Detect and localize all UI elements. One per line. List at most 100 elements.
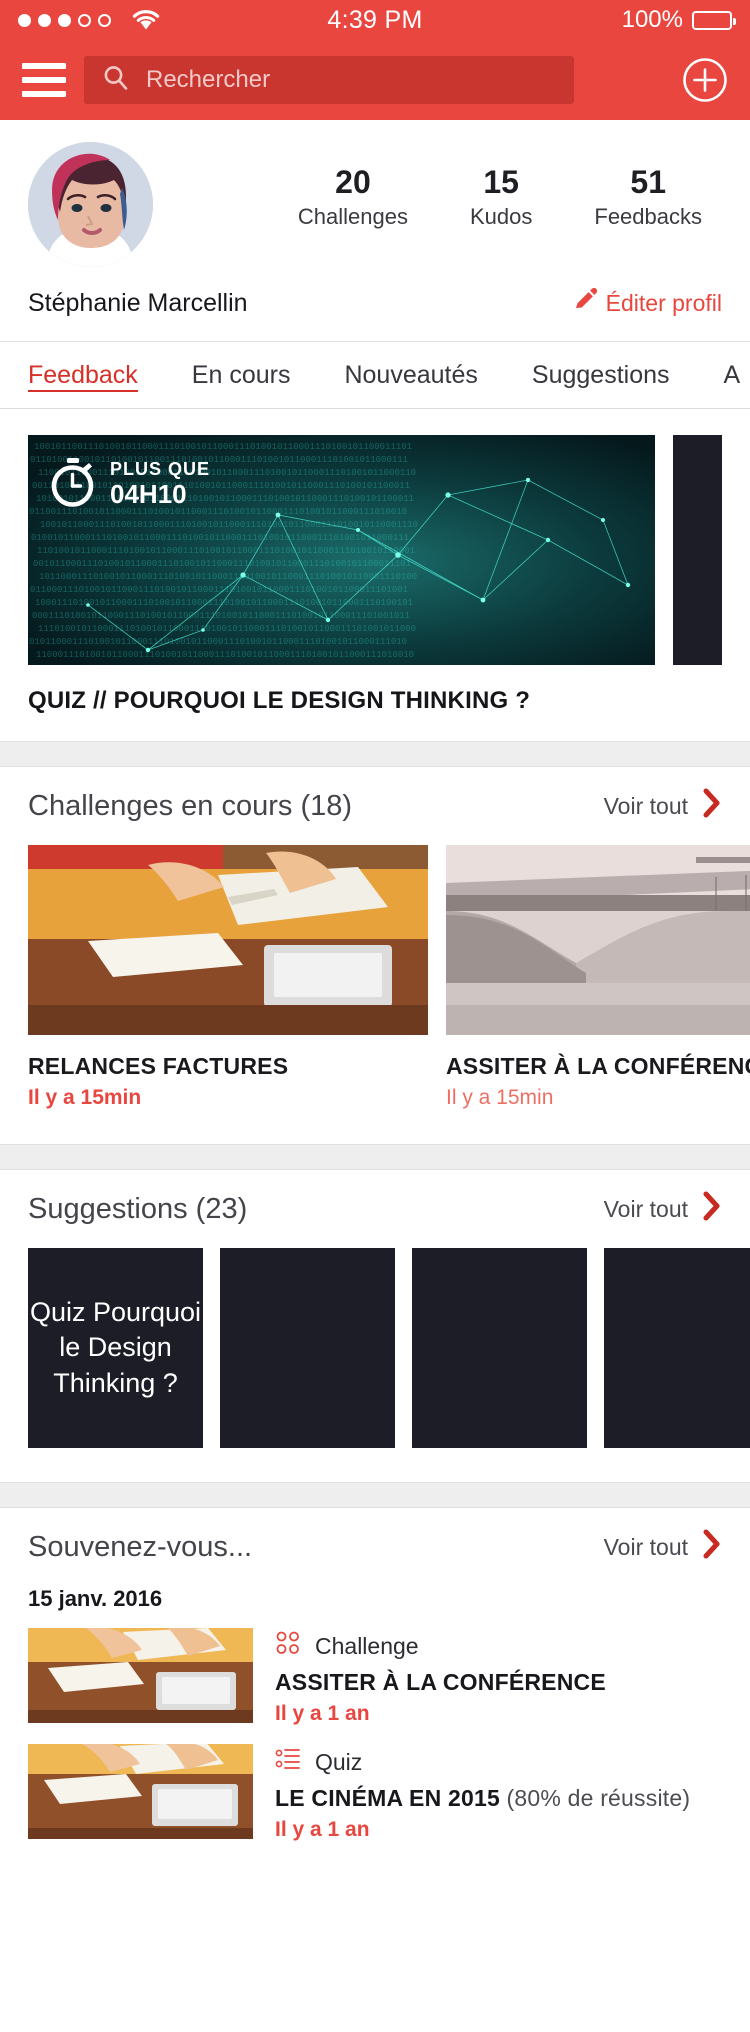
stat-challenges[interactable]: 20 Challenges <box>297 164 408 230</box>
tab-en-cours[interactable]: En cours <box>192 342 318 408</box>
memory-score: (80% de réussite) <box>499 1785 691 1811</box>
see-all-label: Voir tout <box>603 1195 688 1222</box>
memory-time: Il y a 1 an <box>275 1702 370 1725</box>
memory-kind: Quiz <box>275 1746 690 1778</box>
featured-quiz-title: QUIZ // POURQUOI LE DESIGN THINKING ? <box>28 687 531 714</box>
section-divider <box>0 1482 750 1508</box>
featured-quiz-card[interactable]: 1001011001110100101100011101001011000111… <box>28 435 655 715</box>
svg-text:010110001110100101100011101001: 0101100011101001011000111010010110001110… <box>29 637 407 647</box>
hamburger-menu-icon[interactable] <box>22 63 66 97</box>
challenge-image <box>446 845 750 1035</box>
stat-feedbacks[interactable]: 51 Feedbacks <box>594 164 702 230</box>
challenge-time: Il y a 15min <box>28 1086 142 1109</box>
profile-name: Stéphanie Marcellin <box>28 288 248 317</box>
memory-title: ASSITER À LA CONFÉRENCE <box>275 1669 606 1696</box>
featured-timer-prefix: PLUS QUE <box>110 459 211 480</box>
memory-title: LE CINÉMA EN 2015 (80% de réussite) <box>275 1785 690 1812</box>
memory-thumbnail <box>28 1628 253 1723</box>
svg-text:101100011101001011000111010010: 1011000111010010110001110100101100011101… <box>39 572 417 582</box>
memory-title-text: LE CINÉMA EN 2015 <box>275 1785 500 1811</box>
profile-stats: 20 Challenges 15 Kudos 51 Feedbacks <box>298 142 722 230</box>
status-bar: 4:39 PM 100% <box>0 0 750 40</box>
memory-time: Il y a 1 an <box>275 1818 370 1841</box>
pencil-icon <box>572 287 598 319</box>
battery-percent-label: 100% <box>621 6 683 33</box>
see-all-label: Voir tout <box>603 792 688 819</box>
tab-nouveautes[interactable]: Nouveautés <box>344 342 504 408</box>
avatar[interactable] <box>28 142 153 267</box>
search-input[interactable]: Rechercher <box>84 56 574 104</box>
stat-kudos[interactable]: 15 Kudos <box>469 164 533 230</box>
challenges-section-title: Challenges en cours (18) <box>28 789 353 822</box>
svg-text:000111010010110001110100101100: 0001110100101100011101001011000111010010… <box>32 611 410 621</box>
memory-thumbnail <box>28 1744 253 1839</box>
profile-header: 20 Challenges 15 Kudos 51 Feedbacks Stép… <box>0 120 750 341</box>
suggestion-card[interactable] <box>604 1248 750 1448</box>
suggestions-section-title: Suggestions (23) <box>28 1192 248 1225</box>
challenge-time: Il y a 15min <box>446 1086 554 1109</box>
stat-label: Challenges <box>297 203 408 229</box>
tab-feedback[interactable]: Feedback <box>28 342 165 408</box>
suggestion-card[interactable] <box>220 1248 395 1448</box>
challenge-image <box>28 845 428 1035</box>
memory-kind-label: Challenge <box>315 1632 419 1659</box>
status-battery-group: 100% <box>621 6 736 34</box>
section-divider <box>0 741 750 767</box>
svg-text:100101100011101001011000111010: 1001011000111010010110001110100101100011… <box>40 520 418 530</box>
memories-section: Souvenez-vous... Voir tout 15 janv. 2016 <box>0 1508 750 1842</box>
memory-title-text: ASSITER À LA CONFÉRENCE <box>275 1669 606 1695</box>
stat-value: 20 <box>335 164 371 200</box>
svg-text:100011101001011000111010010110: 1000111010010110001110100101100011101001… <box>35 598 413 608</box>
chevron-right-icon <box>702 1529 722 1565</box>
tab-suggestions[interactable]: Suggestions <box>532 342 697 408</box>
search-placeholder: Rechercher <box>146 66 271 93</box>
chevron-right-icon <box>702 788 722 824</box>
stat-label: Feedbacks <box>594 203 702 229</box>
quiz-list-icon <box>275 1746 301 1778</box>
suggestions-section: Suggestions (23) Voir tout Quiz Pourquoi… <box>0 1170 750 1482</box>
challenge-dots-icon <box>275 1630 301 1662</box>
featured-section: 1001011001110100101100011101001011000111… <box>0 409 750 715</box>
svg-text:110001110100101100011101001011: 1100011101001011000111010010110001110100… <box>36 650 414 660</box>
challenge-title: RELANCES FACTURES <box>28 1053 289 1079</box>
chevron-right-icon <box>702 1191 722 1227</box>
list-item[interactable]: Quiz LE CINÉMA EN 2015 (80% de réussite)… <box>28 1744 722 1842</box>
svg-text:001011000111010010110001110100: 0010110001110100101100011101001011000111… <box>33 559 411 569</box>
featured-next-card-peek[interactable] <box>673 435 722 665</box>
list-item[interactable]: Challenge ASSITER À LA CONFÉRENCE Il y a… <box>28 1628 722 1726</box>
memory-kind: Challenge <box>275 1630 606 1662</box>
suggestion-card[interactable]: Quiz Pourquoi le Design Thinking ? <box>28 1248 203 1448</box>
featured-quiz-image: 1001011001110100101100011101001011000111… <box>28 435 655 665</box>
see-all-label: Voir tout <box>603 1533 688 1560</box>
svg-text:110100101100011101001011000111: 1101001011000111010010110001110100101100… <box>37 546 415 556</box>
suggestions-see-all-button[interactable]: Voir tout <box>604 1191 722 1227</box>
tab-next-partial[interactable]: A <box>724 342 750 408</box>
featured-timer-value: 04H10 <box>110 479 187 510</box>
challenge-title: ASSITER À LA CONFÉRENCE <box>446 1053 750 1079</box>
svg-text:010010110001110100101100011101: 0100101100011101001011000111010010110001… <box>31 533 409 543</box>
stat-label: Kudos <box>469 203 533 229</box>
search-icon <box>102 64 130 97</box>
memories-section-title: Souvenez-vous... <box>28 1530 253 1563</box>
challenges-section: Challenges en cours (18) Voir tout RELAN… <box>0 767 750 1144</box>
edit-profile-label: Éditer profil <box>605 289 722 316</box>
plus-circle-icon[interactable] <box>682 57 728 103</box>
featured-timer-badge: PLUS QUE 04H10 <box>50 457 210 512</box>
memory-date: 15 janv. 2016 <box>28 1586 163 1611</box>
stat-value: 15 <box>483 164 519 200</box>
edit-profile-button[interactable]: Éditer profil <box>572 287 722 319</box>
svg-text:111010010110001110100101100011: 1110100101100011101001011000111010010110… <box>38 624 416 634</box>
top-nav-bar: Rechercher <box>0 40 750 120</box>
challenges-see-all-button[interactable]: Voir tout <box>604 788 722 824</box>
challenge-card[interactable]: ASSITER À LA CONFÉRENCE Il y a 15min <box>446 845 750 1110</box>
tab-bar: Feedback En cours Nouveautés Suggestions… <box>0 341 750 409</box>
memory-kind-label: Quiz <box>315 1748 363 1775</box>
challenge-card[interactable]: RELANCES FACTURES Il y a 15min <box>28 845 428 1110</box>
battery-icon <box>692 10 736 30</box>
suggestion-card[interactable] <box>412 1248 587 1448</box>
memories-see-all-button[interactable]: Voir tout <box>604 1529 722 1565</box>
stat-value: 51 <box>630 164 666 200</box>
section-divider <box>0 1144 750 1170</box>
svg-text:100101100111010010110001110100: 1001011001110100101100011101001011000111… <box>34 442 412 452</box>
stopwatch-icon <box>50 457 96 512</box>
